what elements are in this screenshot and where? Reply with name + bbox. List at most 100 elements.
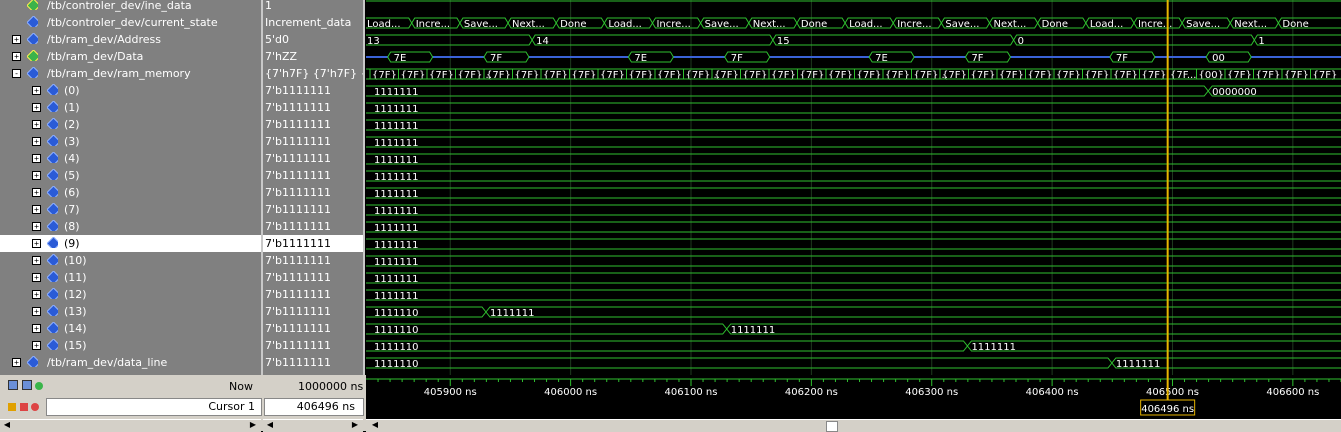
delete-icon[interactable] — [31, 403, 39, 411]
state-label: Load... — [367, 19, 401, 30]
memory-row-label: 1111111 — [374, 274, 419, 285]
signal-name: (11) — [64, 271, 87, 284]
scroll-right-icon[interactable]: ▶ — [248, 420, 258, 430]
signal-row[interactable]: + /tb/ram_dev/Address — [0, 31, 261, 48]
expand-icon[interactable]: + — [32, 341, 41, 350]
signal-diamond-icon — [27, 16, 38, 27]
expand-icon[interactable]: + — [32, 273, 41, 282]
signal-diamond-icon — [47, 322, 58, 333]
state-label: Next... — [994, 19, 1027, 30]
waveform-pane[interactable]: Load... Incre... Save... Next... Done Load...… — [366, 0, 1341, 375]
signal-value: 7'hZZ — [265, 50, 298, 63]
expand-icon[interactable]: + — [32, 222, 41, 231]
expand-icon[interactable]: + — [32, 103, 41, 112]
expand-icon[interactable]: + — [32, 171, 41, 180]
expand-icon[interactable]: + — [32, 290, 41, 299]
pencil-icon[interactable] — [19, 403, 28, 411]
signal-row[interactable]: + /tb/ram_dev/data_line — [0, 354, 261, 371]
wave-scrollbar[interactable]: ◀ — [366, 419, 1341, 432]
now-label: Now — [229, 380, 253, 393]
values-scrollbar[interactable]: ◀ ▶ — [263, 419, 363, 432]
signal-name: /tb/controler_dev/current_state — [47, 16, 218, 29]
signal-row[interactable]: + (6) — [0, 184, 261, 201]
signal-row[interactable]: - /tb/ram_dev/ram_memory — [0, 65, 261, 82]
signal-row[interactable]: + (0) — [0, 82, 261, 99]
signal-name: (3) — [64, 135, 80, 148]
pane-splitter-right[interactable] — [363, 0, 365, 431]
time-ruler[interactable]: 405900 ns 406000 ns 406100 ns 406200 ns 4063… — [366, 375, 1341, 419]
expand-icon[interactable]: + — [12, 358, 21, 367]
signal-row[interactable]: + (8) — [0, 218, 261, 235]
signal-row[interactable]: + (15) — [0, 337, 261, 354]
state-label: Incre... — [897, 19, 931, 30]
add-icon[interactable] — [35, 382, 43, 390]
cursor-icons[interactable] — [8, 401, 39, 414]
scroll-left-icon[interactable]: ◀ — [2, 420, 12, 430]
expand-icon[interactable]: + — [32, 188, 41, 197]
data-line-segment — [366, 357, 1113, 369]
scroll-right-icon[interactable]: ▶ — [350, 420, 360, 430]
signal-diamond-icon — [47, 118, 58, 129]
memory-row-segment — [366, 272, 1341, 284]
wave-icon[interactable] — [8, 380, 18, 390]
signal-row[interactable]: + (4) — [0, 150, 261, 167]
signal-row[interactable]: /tb/controler_dev/ine_data — [0, 0, 261, 14]
names-scrollbar[interactable]: ◀ ▶ — [0, 419, 261, 432]
data-line-label: 1111111 — [1116, 359, 1161, 370]
address-segment — [366, 34, 533, 46]
waveform-canvas[interactable]: Load... Incre... Save... Next... Done Load...… — [366, 0, 1341, 375]
collapse-icon[interactable]: - — [12, 69, 21, 78]
signal-value: 7'b1111111 — [265, 254, 331, 267]
address-label: 1 — [1258, 36, 1264, 47]
signal-value: 7'b1111111 — [265, 203, 331, 216]
expand-icon[interactable]: + — [32, 256, 41, 265]
signal-value: 7'b1111111 — [265, 118, 331, 131]
expand-icon[interactable]: + — [32, 239, 41, 248]
signal-row[interactable]: + (14) — [0, 320, 261, 337]
signal-diamond-icon — [47, 169, 58, 180]
data-pulse-label: 7F — [490, 53, 502, 64]
expand-icon[interactable]: + — [12, 35, 21, 44]
scroll-left-icon[interactable]: ◀ — [370, 420, 380, 430]
signal-value: 5'd0 — [265, 33, 290, 46]
signal-row[interactable]: /tb/controler_dev/current_state — [0, 14, 261, 31]
memory-row-segment — [366, 136, 1341, 148]
signal-row[interactable]: + (9) — [0, 235, 261, 252]
memory-row-label: 1111111 — [374, 172, 419, 183]
signal-diamond-icon — [27, 50, 38, 61]
signal-row[interactable]: + (3) — [0, 133, 261, 150]
expand-icon[interactable]: + — [32, 324, 41, 333]
signal-row[interactable]: + (10) — [0, 252, 261, 269]
memory-row-segment — [485, 306, 1341, 318]
expand-icon[interactable]: + — [32, 120, 41, 129]
signal-row[interactable]: + (13) — [0, 303, 261, 320]
signal-row[interactable]: + (2) — [0, 116, 261, 133]
ruler-tick-label: 405900 ns — [424, 387, 477, 398]
memory-row-label: 0000000 — [1212, 87, 1257, 98]
now-icons[interactable] — [8, 380, 43, 393]
signal-row[interactable]: + (5) — [0, 167, 261, 184]
expand-icon[interactable]: + — [32, 154, 41, 163]
address-segment — [1253, 34, 1341, 46]
memory-row-segment — [366, 204, 1341, 216]
expand-icon[interactable]: + — [32, 307, 41, 316]
list-icon[interactable] — [21, 380, 32, 390]
signal-value: 7'b1111111 — [265, 169, 331, 182]
signal-row[interactable]: + (1) — [0, 99, 261, 116]
lock-icon[interactable] — [8, 403, 16, 411]
scroll-left-icon[interactable]: ◀ — [265, 420, 275, 430]
state-label: Load... — [608, 19, 642, 30]
cursor-name-box[interactable]: Cursor 1 — [46, 398, 262, 416]
signal-row[interactable]: + (7) — [0, 201, 261, 218]
signal-name: /tb/controler_dev/ine_data — [47, 0, 192, 12]
signal-row[interactable]: + (12) — [0, 286, 261, 303]
scroll-thumb[interactable] — [826, 421, 838, 432]
expand-icon[interactable]: + — [32, 137, 41, 146]
ruler-tick-label: 406400 ns — [1026, 387, 1079, 398]
signal-row[interactable]: + (11) — [0, 269, 261, 286]
expand-icon[interactable]: + — [32, 86, 41, 95]
signal-row[interactable]: + /tb/ram_dev/Data — [0, 48, 261, 65]
expand-icon[interactable]: + — [12, 52, 21, 61]
cursor-value-box[interactable]: 406496 ns — [264, 398, 364, 416]
expand-icon[interactable]: + — [32, 205, 41, 214]
